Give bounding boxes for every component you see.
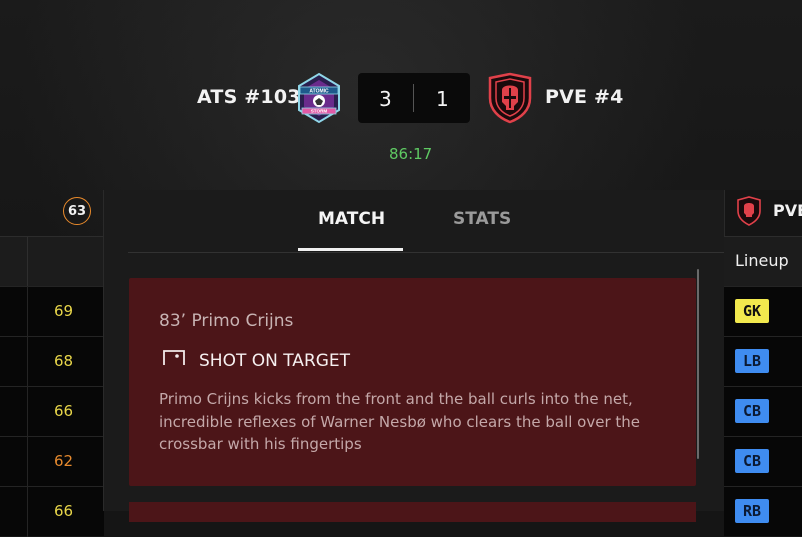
position-badge: LB xyxy=(735,349,769,373)
tab-bar: MATCH STATS xyxy=(128,190,724,253)
match-event-card: 83’ Primo Crijns SHOT ON TARGET Primo Cr… xyxy=(129,278,696,486)
player-row[interactable]: CB xyxy=(724,436,802,486)
player-rating: 66 xyxy=(54,402,74,420)
player-rating: 62 xyxy=(54,452,74,470)
position-badge: RB xyxy=(735,499,769,523)
player-row[interactable]: 66 xyxy=(0,386,104,437)
player-rating: 69 xyxy=(54,302,74,320)
match-feed-panel: MATCH STATS 83’ Primo Crijns SHOT ON TAR… xyxy=(104,190,724,522)
position-badge: GK xyxy=(735,299,769,323)
player-rating: 68 xyxy=(54,352,74,370)
active-tab-indicator xyxy=(298,248,403,251)
left-lineup-header xyxy=(0,236,104,287)
player-row[interactable]: 68 xyxy=(0,336,104,387)
player-row[interactable]: GK xyxy=(724,286,802,336)
away-team-name: PVE #4 xyxy=(545,86,624,108)
away-team-crest-icon xyxy=(737,196,761,226)
next-event-card xyxy=(129,502,696,522)
player-row[interactable]: LB xyxy=(724,336,802,386)
player-row[interactable]: 66 xyxy=(0,486,104,537)
svg-text:ATOMIC: ATOMIC xyxy=(309,89,329,95)
home-team-crest-icon: ATOMIC STORM xyxy=(298,72,340,124)
tab-stats[interactable]: STATS xyxy=(453,209,511,229)
score-divider xyxy=(413,84,414,112)
position-badge: CB xyxy=(735,449,769,473)
player-rating: 66 xyxy=(54,502,74,520)
event-description: Primo Crijns kicks from the front and th… xyxy=(159,390,641,453)
player-row[interactable]: 62 xyxy=(0,436,104,487)
event-time-player: 83’ Primo Crijns xyxy=(159,311,294,331)
away-score: 1 xyxy=(436,87,449,111)
player-row[interactable]: CB xyxy=(724,386,802,436)
svg-text:STORM: STORM xyxy=(311,109,328,114)
player-row[interactable]: 69 xyxy=(0,286,104,337)
team-rating-badge: 63 xyxy=(63,197,91,225)
scoreboard: 3 1 xyxy=(358,73,470,123)
position-badge: CB xyxy=(735,399,769,423)
away-team-crest-icon xyxy=(488,72,532,124)
match-clock: 86:17 xyxy=(389,145,433,163)
right-team-label: PVE xyxy=(773,201,802,220)
event-type: SHOT ON TARGET xyxy=(199,351,351,371)
left-player-list: 69 68 66 62 66 xyxy=(0,286,104,537)
feed-scrollbar[interactable] xyxy=(697,269,699,459)
goal-net-icon xyxy=(163,350,185,365)
tab-match[interactable]: MATCH xyxy=(318,209,385,229)
right-player-list: GK LB CB CB RB xyxy=(724,286,802,536)
home-score: 3 xyxy=(379,87,392,111)
player-row[interactable]: RB xyxy=(724,486,802,536)
lineup-label: Lineup xyxy=(735,251,789,270)
home-team-name: ATS #103 xyxy=(197,86,301,108)
